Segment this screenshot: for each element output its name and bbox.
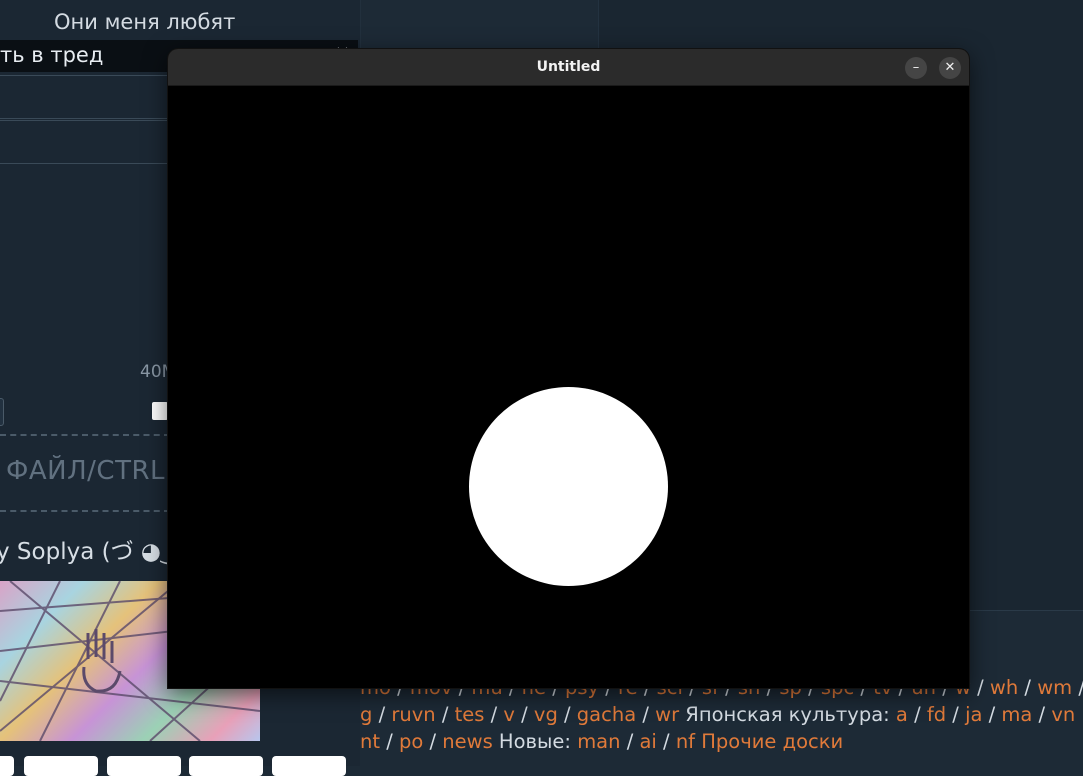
board-separator: /	[423, 730, 443, 753]
board-separator: /	[514, 703, 534, 726]
image-action-button[interactable]	[272, 756, 346, 776]
board-separator: /	[557, 703, 577, 726]
board-separator: /	[1072, 676, 1083, 699]
board-separator: /	[435, 703, 455, 726]
board-separator: /	[1032, 703, 1052, 726]
board-separator: Новые:	[492, 730, 578, 753]
board-link[interactable]: v	[503, 703, 515, 726]
board-separator: /	[907, 703, 927, 726]
option-checkbox[interactable]	[152, 402, 168, 420]
board-separator: /	[636, 703, 656, 726]
board-link[interactable]: vg	[534, 703, 558, 726]
comment-textarea[interactable]	[0, 165, 170, 388]
board-separator: /	[620, 730, 640, 753]
board-link[interactable]: vn	[1051, 703, 1075, 726]
board-link[interactable]: wm	[1037, 676, 1072, 699]
board-link[interactable]: wh	[990, 676, 1018, 699]
board-link[interactable]: a	[896, 703, 908, 726]
board-link[interactable]: man	[577, 730, 620, 753]
board-link[interactable]: wr	[655, 703, 679, 726]
board-link[interactable]: fd	[927, 703, 946, 726]
board-separator: /	[946, 703, 966, 726]
drawing-canvas[interactable]	[168, 86, 969, 688]
board-link[interactable]: tes	[455, 703, 485, 726]
file-dropzone[interactable]: ФАЙЛ/CTRL	[0, 434, 170, 512]
board-separator: /	[372, 703, 392, 726]
name-field[interactable]	[0, 120, 170, 164]
board-separator: /	[484, 703, 504, 726]
app-window: Untitled – ✕	[168, 49, 969, 688]
board-link[interactable]: ja	[965, 703, 982, 726]
thread-title: Они меня любят	[54, 10, 236, 34]
image-action-button[interactable]	[189, 756, 263, 776]
board-link[interactable]: gacha	[577, 703, 636, 726]
board-link[interactable]: ruvn	[391, 703, 435, 726]
minimize-icon[interactable]: –	[905, 57, 927, 79]
board-link[interactable]: nf	[676, 730, 695, 753]
board-link[interactable]: nt	[360, 730, 380, 753]
board-link[interactable]: g	[360, 703, 372, 726]
image-action-button[interactable]	[0, 756, 14, 776]
board-link[interactable]: Прочие доски	[701, 730, 843, 753]
dropzone-label: ФАЙЛ/CTRL	[6, 456, 166, 486]
board-list-row: g / ruvn / tes / v / vg / gacha / wr Япо…	[360, 703, 1083, 726]
image-action-button[interactable]	[107, 756, 181, 776]
window-title: Untitled	[536, 59, 601, 75]
white-circle	[469, 387, 668, 586]
board-link[interactable]: news	[442, 730, 492, 753]
window-titlebar[interactable]: Untitled – ✕	[168, 49, 969, 86]
board-link[interactable]: po	[399, 730, 423, 753]
post-author: y Soplya (づ ◕‿	[0, 539, 180, 565]
board-separator: /	[1018, 676, 1038, 699]
board-separator: /	[982, 703, 1002, 726]
board-list-row: nt / po / news Новые: man / ai / nf Проч…	[360, 730, 1083, 753]
board-separator: Японская культура:	[679, 703, 896, 726]
reply-form-header-label: ть в тред	[0, 43, 104, 67]
board-link[interactable]: ai	[639, 730, 656, 753]
board-separator: Разн	[1075, 703, 1083, 726]
image-action-button[interactable]	[24, 756, 98, 776]
board-separator: /	[970, 676, 990, 699]
board-separator: /	[380, 730, 399, 753]
option-toggle[interactable]	[0, 398, 4, 426]
board-separator: /	[656, 730, 676, 753]
close-icon[interactable]: ✕	[939, 57, 961, 79]
subject-field[interactable]	[0, 75, 170, 119]
board-link[interactable]: ma	[1001, 703, 1032, 726]
